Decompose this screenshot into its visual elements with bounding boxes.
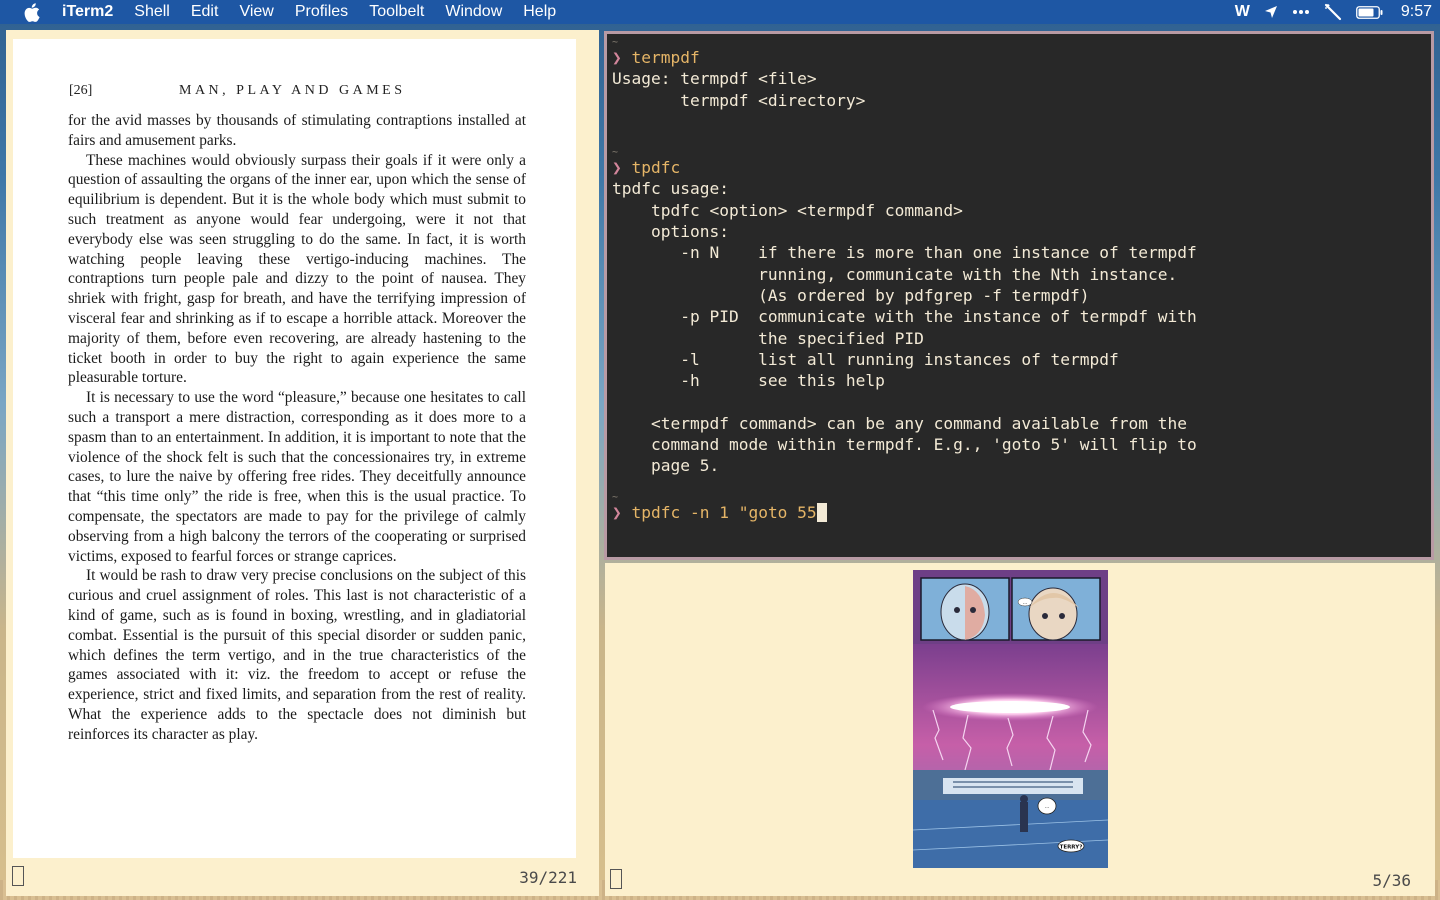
page-text: for the avid masses by thousands of stim… xyxy=(68,111,526,745)
page-counter: 39/221 xyxy=(519,868,577,887)
prompt-path: ~ xyxy=(612,491,619,503)
pdf-page: [26] MAN, PLAY AND GAMES for the avid ma… xyxy=(13,39,576,858)
paragraph: for the avid masses by thousands of stim… xyxy=(68,112,526,149)
status-w-label[interactable]: W xyxy=(1235,0,1250,24)
command-text: tpdfc xyxy=(631,158,681,178)
wand-icon[interactable] xyxy=(1324,0,1342,24)
output-line: Usage: termpdf <file> xyxy=(612,69,817,89)
command-line: ❯ termpdf xyxy=(612,47,1427,68)
comic-speech-terry: TERRY? xyxy=(1060,845,1083,851)
prompt-symbol: ❯ xyxy=(612,158,622,178)
output-line: tpdfc <option> <termpdf command> xyxy=(612,200,963,220)
command-text: termpdf xyxy=(631,48,700,67)
command-cursor[interactable] xyxy=(610,869,622,889)
paragraph: It would be rash to draw very precise co… xyxy=(68,567,526,743)
apple-icon[interactable] xyxy=(22,2,42,22)
menu-bar: iTerm2 Shell Edit View Profiles Toolbelt… xyxy=(0,0,1440,24)
status-area: W 9:57 xyxy=(1235,0,1432,24)
comic-speech-bubble: ... xyxy=(1045,804,1050,810)
output-line: (As ordered by pdfgrep -f termpdf) xyxy=(612,285,1090,305)
menu-shell[interactable]: Shell xyxy=(134,0,170,24)
prompt-symbol: ❯ xyxy=(612,48,622,67)
menu-window[interactable]: Window xyxy=(445,0,502,24)
output-line: the specified PID xyxy=(612,328,924,348)
running-title: MAN, PLAY AND GAMES xyxy=(179,83,406,98)
menu-profiles[interactable]: Profiles xyxy=(295,0,348,24)
comic-speech-bubble: ... xyxy=(1023,600,1028,606)
menu-view[interactable]: View xyxy=(239,0,273,24)
battery-icon[interactable] xyxy=(1355,0,1383,24)
terminal-output: ~ ❯ termpdf Usage: termpdf <file> termpd… xyxy=(612,38,1427,523)
prompt-symbol: ❯ xyxy=(612,502,622,522)
output-line: termpdf <directory> xyxy=(612,90,866,110)
prompt-path: ~ xyxy=(612,147,619,159)
menu-clock[interactable]: 9:57 xyxy=(1401,0,1432,24)
page-number: [26] xyxy=(69,83,93,98)
paragraph: These machines would obviously surpass t… xyxy=(68,151,526,387)
menu-help[interactable]: Help xyxy=(523,0,556,24)
output-line: running, communicate with the Nth instan… xyxy=(612,264,1178,284)
comic-viewer-window[interactable]: TERRY? ... ... 5/36 xyxy=(605,563,1435,896)
output-line: <termpdf command> can be any command ava… xyxy=(612,413,1187,433)
text-cursor xyxy=(816,502,827,522)
paragraph: It is necessary to use the word “pleasur… xyxy=(68,389,526,565)
page-counter: 5/36 xyxy=(1372,871,1411,890)
terminal-window[interactable]: ~ ❯ termpdf Usage: termpdf <file> termpd… xyxy=(604,31,1434,560)
location-arrow-icon[interactable] xyxy=(1264,0,1278,24)
output-line: -p PID communicate with the instance of … xyxy=(612,307,1197,327)
command-input[interactable]: tpdfc -n 1 "goto 55 xyxy=(632,503,817,522)
menu-edit[interactable]: Edit xyxy=(191,0,219,24)
comic-page-image: TERRY? ... ... xyxy=(913,570,1108,868)
menu-toolbelt[interactable]: Toolbelt xyxy=(369,0,424,24)
page-header: [26] MAN, PLAY AND GAMES xyxy=(69,83,529,105)
pdf-viewer-window[interactable]: [26] MAN, PLAY AND GAMES for the avid ma… xyxy=(6,30,599,896)
output-line: options: xyxy=(612,222,729,242)
active-command-line[interactable]: ❯ tpdfc -n 1 "goto 55 xyxy=(612,502,1427,523)
output-line: -n N if there is more than one instance … xyxy=(612,243,1197,263)
more-dots-icon[interactable] xyxy=(1292,0,1310,24)
menu-app-name[interactable]: iTerm2 xyxy=(62,0,113,24)
output-line: -h see this help xyxy=(612,371,885,391)
prompt-path: ~ xyxy=(612,37,619,48)
output-line: command mode within termpdf. E.g., 'goto… xyxy=(612,435,1197,455)
output-line: tpdfc usage: xyxy=(612,179,729,199)
output-line: -l list all running instances of termpdf xyxy=(612,349,1119,369)
command-cursor[interactable] xyxy=(12,866,24,886)
output-line: page 5. xyxy=(612,456,720,476)
command-line: ❯ tpdfc xyxy=(612,157,1427,178)
